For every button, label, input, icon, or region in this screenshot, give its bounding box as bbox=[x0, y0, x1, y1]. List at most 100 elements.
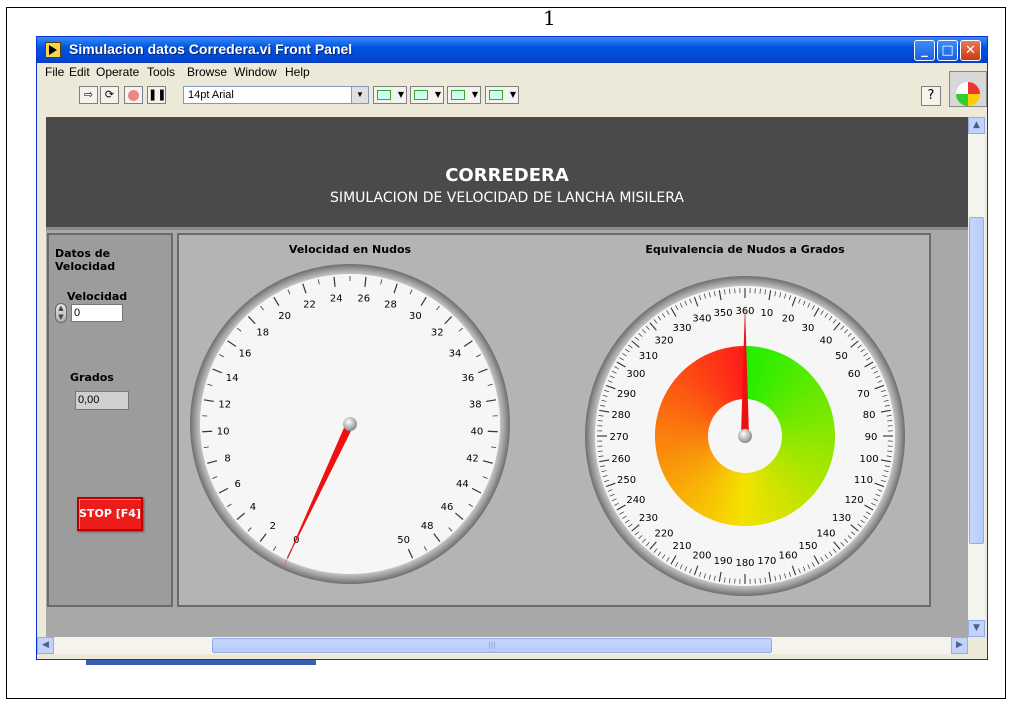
front-panel: CORREDERA SIMULACION DE VELOCIDAD DE LAN… bbox=[46, 117, 968, 637]
vi-connector-icon bbox=[949, 71, 987, 107]
degrees-gauge-tick-label: 330 bbox=[672, 323, 691, 334]
speed-gauge-tick-label: 38 bbox=[469, 399, 482, 410]
degrees-gauge-tick-label: 90 bbox=[865, 432, 878, 443]
degrees-gauge-knob bbox=[738, 429, 752, 443]
menu-edit[interactable]: Edit bbox=[69, 65, 90, 79]
speed-gauge-tick-label: 12 bbox=[218, 399, 231, 410]
degrees-gauge-tick-label: 300 bbox=[626, 369, 645, 380]
degrees-gauge-tick-label: 50 bbox=[835, 351, 848, 362]
reorder-icon[interactable]: ▼ bbox=[485, 86, 519, 104]
gauges-svg: Velocidad en Nudos 024681012141618202224… bbox=[190, 243, 905, 596]
menu-operate[interactable]: Operate bbox=[96, 65, 139, 79]
degrees-gauge-tick-label: 110 bbox=[854, 475, 873, 486]
speed-data-box: Datos de Velocidad Velocidad Grados bbox=[47, 233, 173, 607]
scroll-up-icon[interactable]: ▲ bbox=[968, 117, 985, 134]
scroll-down-icon[interactable]: ▼ bbox=[968, 620, 985, 637]
speed-gauge-tick-label: 36 bbox=[462, 373, 475, 384]
degrees-gauge-tick-label: 210 bbox=[672, 541, 691, 552]
degrees-gauge-tick-label: 260 bbox=[611, 454, 630, 465]
banner-title: CORREDERA bbox=[445, 165, 569, 186]
speed-gauge-tick-label: 50 bbox=[397, 535, 410, 546]
window-title: Simulacion datos Corredera.vi Front Pane… bbox=[69, 41, 353, 57]
speed-data-header: Datos de Velocidad bbox=[55, 247, 116, 273]
horizontal-scrollbar[interactable]: ◀ ||| ▶ bbox=[37, 637, 968, 654]
velocidad-label: Velocidad bbox=[67, 290, 128, 303]
degrees-gauge-tick-label: 220 bbox=[654, 529, 673, 540]
speed-gauge-tick-label: 30 bbox=[409, 311, 422, 322]
speed-gauge-tick-label: 24 bbox=[330, 294, 343, 305]
velocidad-stepper[interactable]: ▲ ▼ bbox=[55, 303, 67, 323]
minimize-button[interactable]: _ bbox=[914, 40, 935, 61]
speed-gauge-tick-label: 18 bbox=[256, 328, 269, 339]
abort-icon[interactable] bbox=[124, 86, 143, 104]
degrees-gauge-tick-label: 20 bbox=[782, 314, 795, 325]
speed-gauge-tick-label: 10 bbox=[217, 427, 230, 438]
menu-browse[interactable]: Browse bbox=[187, 65, 227, 79]
degrees-gauge-tick-label: 70 bbox=[857, 389, 870, 400]
degrees-gauge-tick-label: 130 bbox=[832, 513, 851, 524]
degrees-gauge-tick-label: 250 bbox=[617, 475, 636, 486]
speed-gauge-tick-label: 26 bbox=[357, 294, 370, 305]
speed-gauge-tick-label: 46 bbox=[441, 502, 454, 513]
run-continuous-icon[interactable]: ⟳ bbox=[100, 86, 119, 104]
speed-gauge-tick-label: 14 bbox=[226, 373, 239, 384]
degrees-gauge-tick-label: 150 bbox=[798, 541, 817, 552]
page-mark: 1 bbox=[543, 6, 556, 30]
scroll-left-icon[interactable]: ◀ bbox=[37, 637, 54, 654]
degrees-gauge-tick-label: 10 bbox=[761, 308, 774, 319]
degrees-gauge-tick-label: 120 bbox=[845, 495, 864, 506]
speed-gauge-tick bbox=[487, 430, 498, 433]
menu-help[interactable]: Help bbox=[285, 65, 310, 79]
menu-tools[interactable]: Tools bbox=[147, 65, 175, 79]
degrees-gauge-tick-label: 240 bbox=[626, 495, 645, 506]
vertical-scrollbar[interactable]: ▲ ▼ bbox=[968, 117, 985, 637]
menu-file[interactable]: File bbox=[45, 65, 64, 79]
taskbar-edge bbox=[86, 660, 316, 665]
degrees-gauge-tick-label: 320 bbox=[654, 335, 673, 346]
help-button[interactable]: ? bbox=[921, 86, 941, 106]
speed-gauge-tick-label: 8 bbox=[224, 454, 230, 465]
degrees-gauge-tick-label: 140 bbox=[816, 529, 835, 540]
title-bar[interactable]: Simulacion datos Corredera.vi Front Pane… bbox=[37, 37, 987, 63]
speed-gauge-tick-label: 48 bbox=[421, 521, 434, 532]
speed-gauge-tick-label: 44 bbox=[456, 479, 469, 490]
horizontal-scroll-thumb[interactable]: ||| bbox=[212, 638, 772, 653]
menu-bar: File Edit Operate Tools Browse Window He… bbox=[37, 63, 987, 81]
degrees-gauge-tick-label: 60 bbox=[848, 369, 861, 380]
degrees-gauge-tick-label: 160 bbox=[779, 550, 798, 561]
speed-gauge-tick-label: 28 bbox=[384, 300, 397, 311]
degrees-gauge-tick-label: 280 bbox=[611, 410, 630, 421]
speed-gauge-tick-label: 40 bbox=[470, 427, 483, 438]
speed-gauge-tick-label: 42 bbox=[466, 454, 479, 465]
degrees-gauge-tick-label: 230 bbox=[639, 513, 658, 524]
degrees-gauge-tick-label: 310 bbox=[639, 351, 658, 362]
close-button[interactable]: ✕ bbox=[960, 40, 981, 61]
degrees-gauge-tick-label: 180 bbox=[735, 558, 754, 569]
degrees-gauge-tick-label: 30 bbox=[802, 323, 815, 334]
degrees-gauge-tick-label: 200 bbox=[692, 550, 711, 561]
degrees-gauge-tick-label: 350 bbox=[714, 308, 733, 319]
velocidad-input[interactable]: 0 bbox=[71, 304, 123, 322]
speed-gauge: Velocidad en Nudos 024681012141618202224… bbox=[190, 243, 510, 584]
scroll-right-icon[interactable]: ▶ bbox=[951, 637, 968, 654]
speed-gauge-tick-label: 6 bbox=[234, 479, 240, 490]
speed-gauge-tick-label: 20 bbox=[278, 311, 291, 322]
maximize-button[interactable]: □ bbox=[937, 40, 958, 61]
degrees-gauge-tick-label: 190 bbox=[714, 556, 733, 567]
vertical-scroll-thumb[interactable] bbox=[969, 217, 984, 544]
distribute-objects-icon[interactable]: ▼ bbox=[410, 86, 444, 104]
font-select[interactable]: 14pt Arial ▼ bbox=[183, 86, 369, 104]
grados-indicator: 0,00 bbox=[75, 391, 129, 410]
speed-gauge-tick-label: 22 bbox=[303, 300, 316, 311]
labview-window: Simulacion datos Corredera.vi Front Pane… bbox=[36, 36, 988, 660]
run-arrow-icon[interactable]: ⇨ bbox=[79, 86, 98, 104]
pause-icon[interactable]: ❚❚ bbox=[147, 86, 166, 104]
grados-label: Grados bbox=[70, 371, 114, 384]
align-objects-icon[interactable]: ▼ bbox=[373, 86, 407, 104]
speed-gauge-tick-label: 16 bbox=[239, 349, 252, 360]
resize-objects-icon[interactable]: ▼ bbox=[447, 86, 481, 104]
degrees-gauge-tick-label: 100 bbox=[860, 454, 879, 465]
menu-window[interactable]: Window bbox=[234, 65, 277, 79]
toolbar: ⇨ ⟳ ❚❚ 14pt Arial ▼ ▼ ▼ ▼ ▼ bbox=[37, 81, 987, 109]
stop-button[interactable]: STOP [F4] bbox=[77, 497, 143, 531]
